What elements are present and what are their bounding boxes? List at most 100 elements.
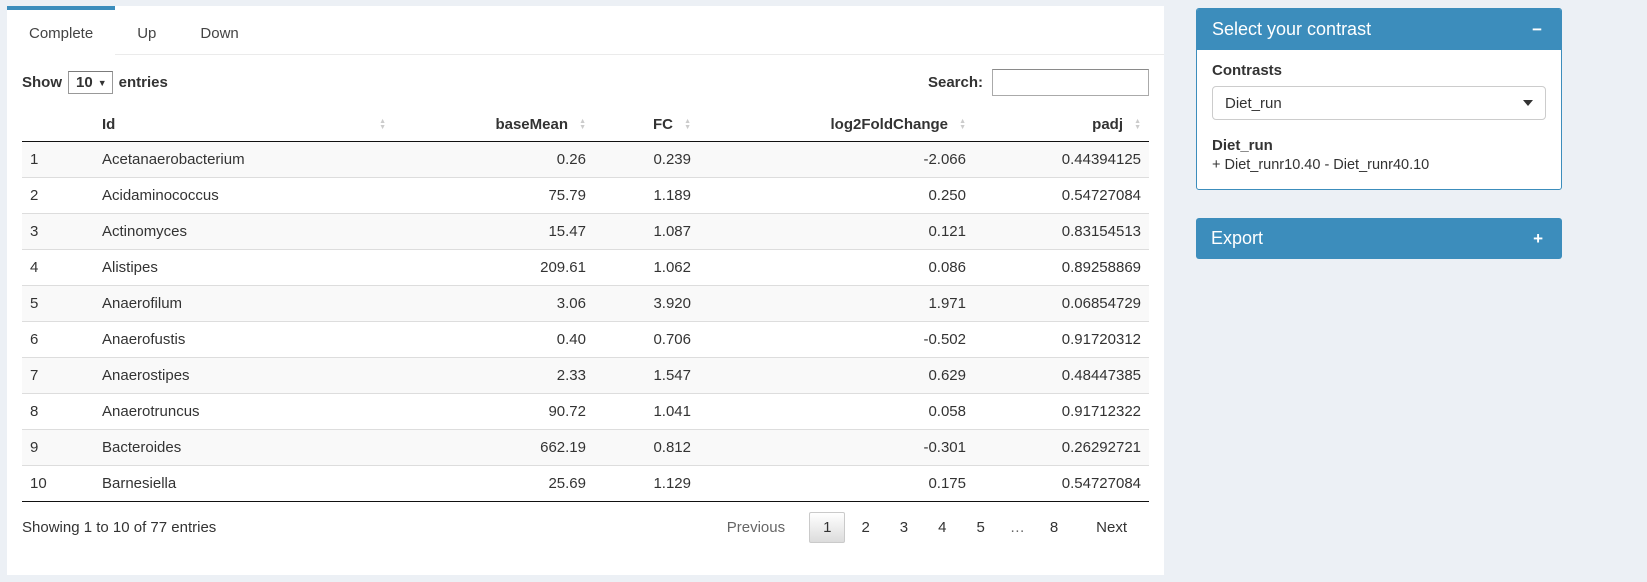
cell-basemean: 75.79 xyxy=(394,178,594,214)
caret-down-icon: ▼ xyxy=(98,78,107,88)
page-button-3[interactable]: 3 xyxy=(886,512,922,543)
next-page-button[interactable]: Next xyxy=(1082,512,1141,543)
contrast-panel-header: Select your contrast − xyxy=(1197,9,1561,50)
header-basemean[interactable]: baseMean xyxy=(394,108,594,142)
tab-complete[interactable]: Complete xyxy=(7,6,115,55)
header-padj[interactable]: padj xyxy=(974,108,1149,142)
row-number: 6 xyxy=(22,322,94,358)
row-number: 4 xyxy=(22,250,94,286)
cell-log2foldchange: -2.066 xyxy=(699,142,974,178)
cell-log2foldchange: 0.058 xyxy=(699,394,974,430)
page-button-8[interactable]: 8 xyxy=(1036,512,1072,543)
cell-id: Anaerofilum xyxy=(94,286,394,322)
table-row[interactable]: 7 Anaerostipes 2.33 1.547 0.629 0.484473… xyxy=(22,358,1149,394)
header-padj-label: padj xyxy=(1092,116,1123,133)
cell-log2foldchange: -0.301 xyxy=(699,430,974,466)
search-input[interactable] xyxy=(992,69,1149,96)
page-length-control: Show 10 ▼ entries xyxy=(22,71,168,94)
row-number: 3 xyxy=(22,214,94,250)
row-number: 7 xyxy=(22,358,94,394)
row-number: 10 xyxy=(22,466,94,502)
row-number: 8 xyxy=(22,394,94,430)
table-row[interactable]: 5 Anaerofilum 3.06 3.920 1.971 0.0685472… xyxy=(22,286,1149,322)
cell-fc: 1.547 xyxy=(594,358,699,394)
collapse-minus-icon[interactable]: − xyxy=(1528,19,1546,40)
tab-content: Show 10 ▼ entries Search: xyxy=(7,55,1164,555)
header-fc[interactable]: FC xyxy=(594,108,699,142)
cell-log2foldchange: 0.250 xyxy=(699,178,974,214)
sidebar: Select your contrast − Contrasts Diet_ru… xyxy=(1196,8,1562,287)
table-row[interactable]: 9 Bacteroides 662.19 0.812 -0.301 0.2629… xyxy=(22,430,1149,466)
page-ellipsis: … xyxy=(1001,512,1034,543)
cell-padj: 0.91720312 xyxy=(974,322,1149,358)
cell-fc: 1.189 xyxy=(594,178,699,214)
header-fc-label: FC xyxy=(653,116,673,133)
cell-basemean: 209.61 xyxy=(394,250,594,286)
cell-fc: 0.706 xyxy=(594,322,699,358)
header-rownum xyxy=(22,108,94,142)
results-table: Id baseMean FC log2FoldChange xyxy=(22,108,1149,502)
cell-id: Alistipes xyxy=(94,250,394,286)
cell-id: Acetanaerobacterium xyxy=(94,142,394,178)
table-row[interactable]: 6 Anaerofustis 0.40 0.706 -0.502 0.91720… xyxy=(22,322,1149,358)
cell-id: Anaerofustis xyxy=(94,322,394,358)
previous-page-button[interactable]: Previous xyxy=(713,512,799,543)
tab-up[interactable]: Up xyxy=(115,6,178,54)
sort-icon xyxy=(1134,119,1141,131)
tab-down[interactable]: Down xyxy=(178,6,260,54)
header-log2foldchange-label: log2FoldChange xyxy=(831,116,949,133)
contrast-description-title: Diet_run xyxy=(1212,137,1546,154)
page-button-4[interactable]: 4 xyxy=(924,512,960,543)
cell-fc: 1.087 xyxy=(594,214,699,250)
cell-id: Bacteroides xyxy=(94,430,394,466)
tab-bar: Complete Up Down xyxy=(7,6,1164,55)
table-row[interactable]: 4 Alistipes 209.61 1.062 0.086 0.8925886… xyxy=(22,250,1149,286)
contrast-select[interactable]: Diet_run xyxy=(1212,86,1546,120)
page-length-select[interactable]: 10 ▼ xyxy=(68,71,113,94)
cell-basemean: 0.40 xyxy=(394,322,594,358)
contrast-panel-title: Select your contrast xyxy=(1212,19,1371,40)
cell-basemean: 90.72 xyxy=(394,394,594,430)
header-id[interactable]: Id xyxy=(94,108,394,142)
row-number: 1 xyxy=(22,142,94,178)
export-panel-title: Export xyxy=(1211,228,1263,249)
table-info: Showing 1 to 10 of 77 entries xyxy=(22,519,216,536)
caret-down-icon xyxy=(1523,100,1533,106)
table-row[interactable]: 1 Acetanaerobacterium 0.26 0.239 -2.066 … xyxy=(22,142,1149,178)
cell-id: Barnesiella xyxy=(94,466,394,502)
cell-basemean: 662.19 xyxy=(394,430,594,466)
table-row[interactable]: 8 Anaerotruncus 90.72 1.041 0.058 0.9171… xyxy=(22,394,1149,430)
cell-fc: 0.812 xyxy=(594,430,699,466)
cell-log2foldchange: 0.121 xyxy=(699,214,974,250)
cell-fc: 1.129 xyxy=(594,466,699,502)
cell-fc: 1.041 xyxy=(594,394,699,430)
contrast-select-value: Diet_run xyxy=(1225,95,1282,112)
show-label: Show xyxy=(22,74,62,91)
cell-padj: 0.48447385 xyxy=(974,358,1149,394)
page-button-2[interactable]: 2 xyxy=(847,512,883,543)
search-label: Search: xyxy=(928,74,983,91)
row-number: 2 xyxy=(22,178,94,214)
cell-basemean: 15.47 xyxy=(394,214,594,250)
sort-icon xyxy=(379,119,386,131)
page: Complete Up Down Show 10 ▼ entries Searc… xyxy=(0,0,1647,575)
entries-label: entries xyxy=(119,74,168,91)
results-panel: Complete Up Down Show 10 ▼ entries Searc… xyxy=(7,6,1164,575)
cell-padj: 0.54727084 xyxy=(974,178,1149,214)
cell-padj: 0.89258869 xyxy=(974,250,1149,286)
cell-fc: 0.239 xyxy=(594,142,699,178)
row-number: 5 xyxy=(22,286,94,322)
cell-basemean: 25.69 xyxy=(394,466,594,502)
table-row[interactable]: 2 Acidaminococcus 75.79 1.189 0.250 0.54… xyxy=(22,178,1149,214)
page-button-5[interactable]: 5 xyxy=(962,512,998,543)
cell-padj: 0.54727084 xyxy=(974,466,1149,502)
sort-icon xyxy=(684,119,691,131)
page-button-1[interactable]: 1 xyxy=(809,512,845,543)
cell-log2foldchange: 0.086 xyxy=(699,250,974,286)
table-row[interactable]: 3 Actinomyces 15.47 1.087 0.121 0.831545… xyxy=(22,214,1149,250)
expand-plus-icon[interactable]: + xyxy=(1529,228,1547,249)
cell-log2foldchange: 1.971 xyxy=(699,286,974,322)
table-row[interactable]: 10 Barnesiella 25.69 1.129 0.175 0.54727… xyxy=(22,466,1149,502)
cell-basemean: 0.26 xyxy=(394,142,594,178)
header-log2foldchange[interactable]: log2FoldChange xyxy=(699,108,974,142)
